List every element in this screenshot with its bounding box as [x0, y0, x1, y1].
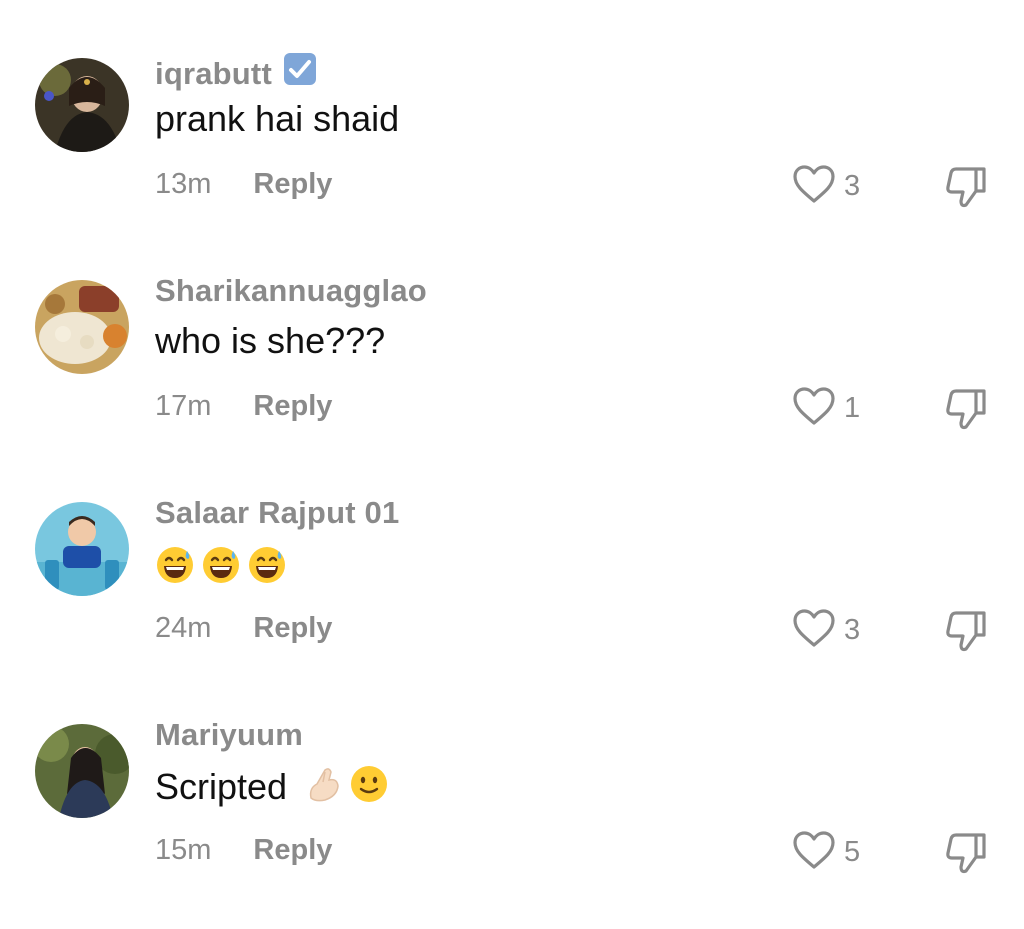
thumbs-down-icon [943, 389, 989, 435]
comment-text: Scripted [155, 765, 288, 807]
heart-icon [792, 164, 836, 209]
comment-meta: 24m Reply [155, 612, 332, 645]
username[interactable]: Salaar Rajput 01 [155, 495, 399, 531]
timestamp: 13m [155, 168, 212, 200]
comment-item: Salaar Rajput 01 24m Reply 3 [0, 444, 1024, 652]
reply-button[interactable]: Reply [253, 168, 332, 201]
thumbs-down-icon [943, 167, 989, 213]
grinning-sweat-emoji-icon [201, 545, 241, 585]
username[interactable]: Sharikannuagglao [155, 273, 427, 309]
like-count: 5 [844, 835, 861, 868]
like-button[interactable]: 1 [792, 386, 860, 430]
dislike-button[interactable] [943, 607, 989, 653]
timestamp: 24m [155, 612, 212, 644]
timestamp: 15m [155, 834, 212, 866]
like-count: 1 [844, 391, 861, 424]
check-box-emoji-icon [282, 51, 318, 95]
slightly-smiling-emoji-icon [349, 764, 389, 809]
username[interactable]: iqrabutt [155, 51, 318, 95]
comment-text-row: Scripted [155, 764, 389, 809]
comment-item: Mariyuum Scripted 15m Reply 5 [0, 666, 1024, 874]
comment-item: iqrabutt prank hai shaid 13m Reply 3 [0, 0, 1024, 208]
avatar[interactable] [35, 502, 129, 596]
like-button[interactable]: 5 [792, 830, 860, 874]
like-count: 3 [844, 169, 861, 202]
pinched-fingers-emoji-icon [303, 764, 343, 809]
avatar[interactable] [35, 58, 129, 152]
timestamp: 17m [155, 390, 212, 422]
username-text[interactable]: iqrabutt [155, 56, 272, 91]
heart-icon [792, 830, 836, 875]
reply-button[interactable]: Reply [253, 834, 332, 867]
dislike-button[interactable] [943, 163, 989, 209]
reply-button[interactable]: Reply [253, 612, 332, 645]
grinning-sweat-emoji-icon [155, 545, 195, 585]
grinning-sweat-emoji-icon [247, 545, 287, 585]
dislike-button[interactable] [943, 829, 989, 875]
like-button[interactable]: 3 [792, 608, 860, 652]
comment-meta: 15m Reply [155, 834, 332, 867]
avatar[interactable] [35, 280, 129, 374]
comment-meta: 13m Reply [155, 168, 332, 201]
heart-icon [792, 386, 836, 431]
comment-item: Sharikannuagglao who is she??? 17m Reply … [0, 222, 1024, 430]
thumbs-down-icon [943, 833, 989, 879]
reply-button[interactable]: Reply [253, 390, 332, 423]
avatar[interactable] [35, 724, 129, 818]
dislike-button[interactable] [943, 385, 989, 431]
comment-meta: 17m Reply [155, 390, 332, 423]
like-count: 3 [844, 613, 861, 646]
thumbs-down-icon [943, 611, 989, 657]
username[interactable]: Mariyuum [155, 717, 303, 753]
comment-text: prank hai shaid [155, 98, 400, 139]
comment-text: who is she??? [155, 320, 386, 361]
comment-list: iqrabutt prank hai shaid 13m Reply 3 Sha… [0, 0, 1024, 929]
comment-emojis [155, 545, 287, 585]
heart-icon [792, 608, 836, 653]
like-button[interactable]: 3 [792, 164, 860, 208]
